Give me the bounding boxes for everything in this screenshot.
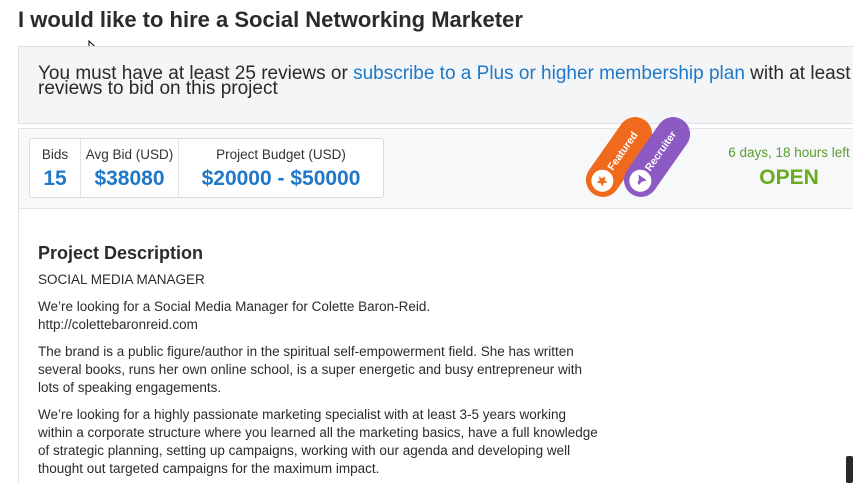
project-budget-value: $20000 - $50000 xyxy=(201,167,361,190)
subscribe-plan-link[interactable]: subscribe to a Plus or higher membership… xyxy=(353,63,745,84)
bids-label: Bids xyxy=(41,147,69,162)
project-budget-label: Project Budget (USD) xyxy=(216,147,346,162)
membership-notice: You must have at least 25 reviews or sub… xyxy=(18,46,853,124)
avg-bid-label: Avg Bid (USD) xyxy=(85,147,174,162)
description-heading: Project Description xyxy=(38,243,204,263)
project-budget-stat: Project Budget (USD) $20000 - $50000 xyxy=(178,139,383,197)
project-summary-header: Bids 15 Avg Bid (USD) $38080 Project Bud… xyxy=(19,129,853,209)
status-badge: OPEN xyxy=(759,166,819,189)
bids-value: 15 xyxy=(43,167,67,190)
description-paragraph: The brand is a public figure/author in t… xyxy=(38,344,583,395)
avg-bid-stat: Avg Bid (USD) $38080 xyxy=(80,139,178,197)
scrollbar-thumb[interactable] xyxy=(846,456,853,483)
project-description: Project Description SOCIAL MEDIA MANAGER… xyxy=(38,243,598,478)
description-paragraph: We’re looking for a Social Media Manager… xyxy=(38,298,598,334)
description-paragraph: We’re looking for a highly passionate ma… xyxy=(38,407,598,476)
bids-stat: Bids 15 xyxy=(30,139,80,197)
description-subheading: SOCIAL MEDIA MANAGER xyxy=(38,272,205,287)
project-status: 6 days, 18 hours left OPEN xyxy=(711,145,853,190)
page-title: I would like to hire a Social Networking… xyxy=(18,7,523,32)
avg-bid-value: $38080 xyxy=(94,167,165,190)
time-left: 6 days, 18 hours left xyxy=(728,145,850,160)
website-link[interactable]: http://colettebaronreid.com xyxy=(38,317,198,332)
project-card: Bids 15 Avg Bid (USD) $38080 Project Bud… xyxy=(18,128,853,483)
description-text: We’re looking for a Social Media Manager… xyxy=(38,299,431,314)
project-stats: Bids 15 Avg Bid (USD) $38080 Project Bud… xyxy=(29,138,384,198)
notice-text-after: with at least xyxy=(744,63,851,84)
